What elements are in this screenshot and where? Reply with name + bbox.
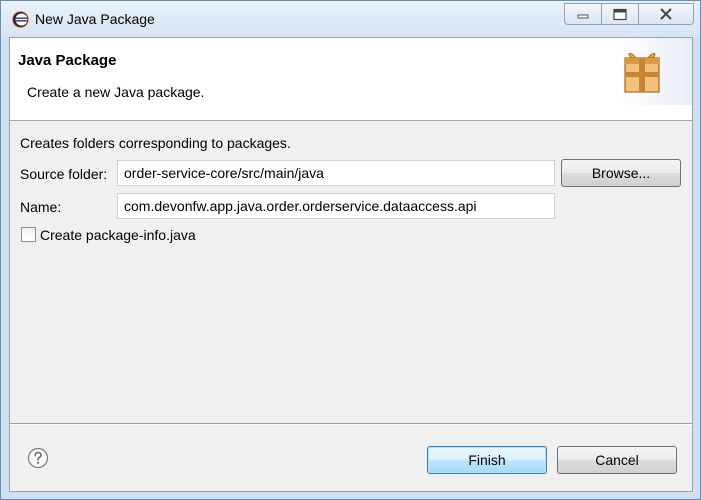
- maximize-icon: [613, 8, 627, 20]
- name-field[interactable]: com.devonfw.app.java.order.orderservice.…: [117, 193, 555, 219]
- banner-image: [616, 38, 692, 105]
- page-description: Create a new Java package.: [27, 84, 205, 100]
- eclipse-icon: [12, 11, 29, 28]
- window-title: New Java Package: [35, 11, 155, 27]
- dialog-window: New Java Package Java Package Create a n…: [0, 0, 701, 500]
- package-info-checkbox[interactable]: [21, 227, 36, 242]
- maximize-button[interactable]: [601, 3, 639, 25]
- wizard-banner: Java Package Create a new Java package.: [10, 38, 692, 121]
- footer-divider: [10, 423, 692, 425]
- source-folder-label: Source folder:: [20, 166, 108, 182]
- minimize-icon: [577, 14, 589, 19]
- cancel-button[interactable]: Cancel: [557, 446, 677, 474]
- page-title: Java Package: [18, 52, 117, 69]
- minimize-button[interactable]: [564, 3, 602, 25]
- close-button[interactable]: [638, 3, 694, 25]
- help-icon[interactable]: [27, 447, 49, 469]
- window-controls: [564, 3, 694, 25]
- package-icon: [624, 52, 660, 93]
- title-bar[interactable]: New Java Package: [1, 1, 700, 37]
- name-label: Name:: [20, 199, 62, 215]
- intro-text: Creates folders corresponding to package…: [20, 135, 291, 151]
- close-icon: [660, 8, 672, 20]
- browse-button[interactable]: Browse...: [561, 159, 681, 187]
- dialog-body: Java Package Create a new Java package. …: [9, 37, 693, 492]
- package-info-label[interactable]: Create package-info.java: [40, 227, 196, 243]
- finish-button[interactable]: Finish: [427, 446, 547, 474]
- source-folder-field[interactable]: order-service-core/src/main/java: [117, 160, 555, 186]
